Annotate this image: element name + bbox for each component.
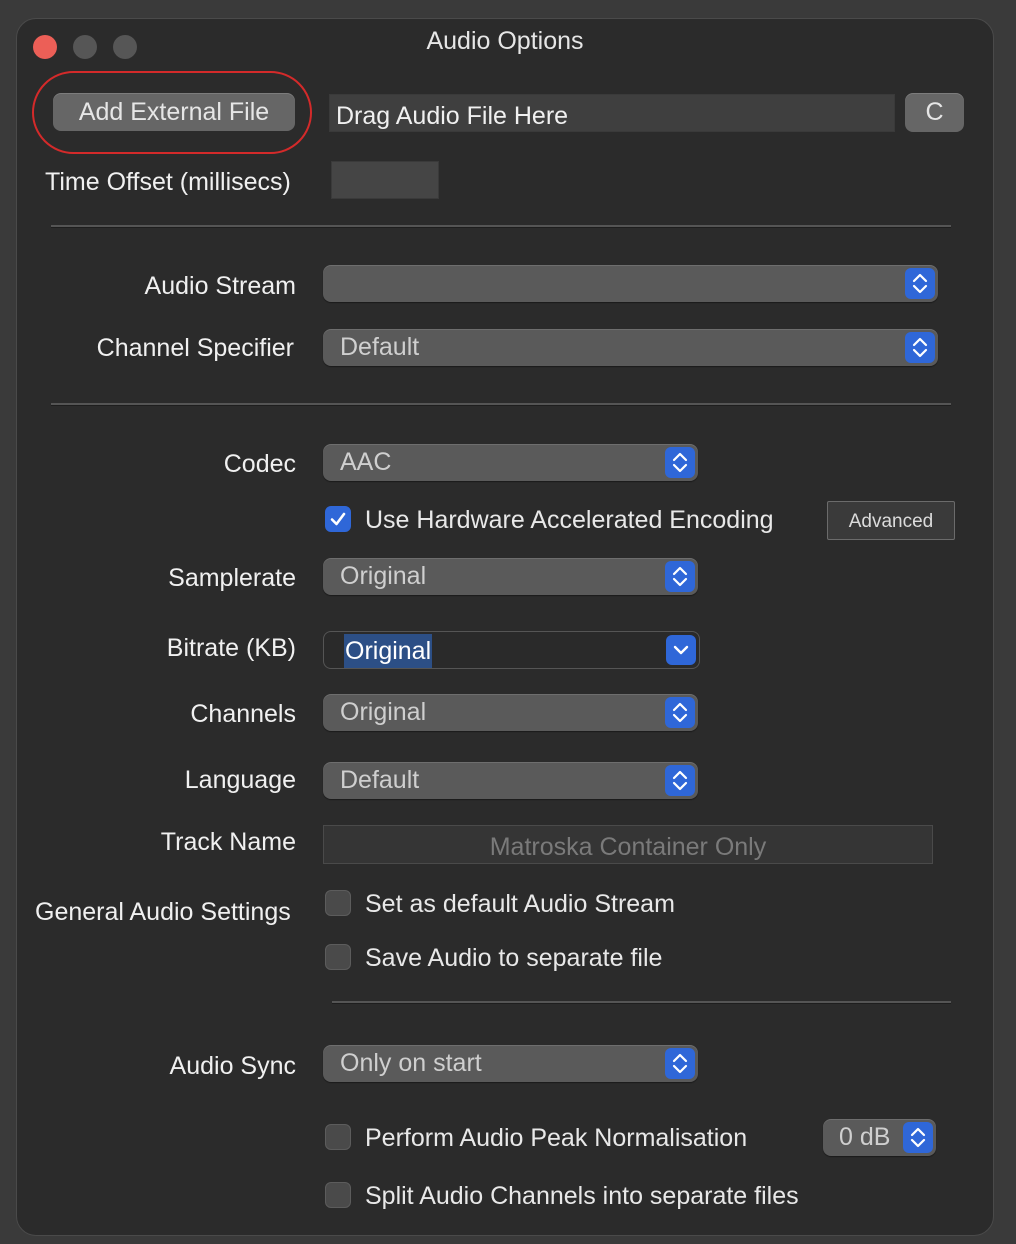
channel-specifier-value: Default <box>340 333 420 361</box>
language-label: Language <box>184 766 296 794</box>
audio-sync-select[interactable]: Only on start <box>323 1045 698 1082</box>
add-external-file-button[interactable]: Add External File <box>53 93 295 131</box>
track-name-label: Track Name <box>160 828 296 856</box>
peak-normalisation-value: 0 dB <box>839 1123 891 1151</box>
hw-accel-label: Use Hardware Accelerated Encoding <box>365 506 774 534</box>
samplerate-select[interactable]: Original <box>323 558 698 595</box>
channels-value: Original <box>340 698 427 726</box>
updown-chevron-icon <box>665 447 695 478</box>
save-separate-file-label: Save Audio to separate file <box>365 944 663 972</box>
separator <box>332 1001 951 1004</box>
updown-chevron-icon <box>905 268 935 299</box>
audio-options-window: Audio Options Add External File Drag Aud… <box>16 18 994 1236</box>
hw-accel-checkbox[interactable] <box>325 506 351 532</box>
drag-audio-file-dropzone[interactable]: Drag Audio File Here <box>329 94 895 132</box>
updown-chevron-icon <box>665 765 695 796</box>
codec-select[interactable]: AAC <box>323 444 698 481</box>
set-default-stream-label: Set as default Audio Stream <box>365 890 675 918</box>
updown-chevron-icon <box>905 332 935 363</box>
channels-select[interactable]: Original <box>323 694 698 731</box>
codec-label: Codec <box>223 450 296 478</box>
time-offset-input[interactable] <box>331 161 439 199</box>
bitrate-label: Bitrate (KB) <box>166 634 296 662</box>
peak-normalisation-checkbox[interactable] <box>325 1124 351 1150</box>
samplerate-label: Samplerate <box>168 564 296 592</box>
audio-stream-label: Audio Stream <box>144 272 296 300</box>
updown-chevron-icon <box>665 697 695 728</box>
set-default-stream-checkbox[interactable] <box>325 890 351 916</box>
separator <box>51 403 951 406</box>
updown-chevron-icon <box>665 561 695 592</box>
language-select[interactable]: Default <box>323 762 698 799</box>
audio-sync-value: Only on start <box>340 1049 482 1077</box>
audio-sync-label: Audio Sync <box>169 1052 296 1080</box>
time-offset-label: Time Offset (millisecs) <box>45 168 291 196</box>
channel-specifier-label: Channel Specifier <box>96 334 294 362</box>
track-name-input[interactable]: Matroska Container Only <box>323 825 933 864</box>
chevron-down-icon[interactable] <box>666 635 696 665</box>
advanced-button[interactable]: Advanced <box>827 501 955 540</box>
language-value: Default <box>340 766 420 794</box>
general-audio-settings-label: General Audio Settings <box>35 898 291 926</box>
separator <box>51 225 951 228</box>
split-channels-checkbox[interactable] <box>325 1182 351 1208</box>
updown-chevron-icon <box>665 1048 695 1079</box>
codec-value: AAC <box>340 448 392 476</box>
window-title: Audio Options <box>426 27 584 55</box>
split-channels-label: Split Audio Channels into separate files <box>365 1182 799 1210</box>
clear-button[interactable]: C <box>905 93 964 132</box>
samplerate-value: Original <box>340 562 427 590</box>
checkmark-icon <box>330 512 346 526</box>
bitrate-value[interactable]: Original <box>344 634 433 668</box>
peak-normalisation-label: Perform Audio Peak Normalisation <box>365 1124 748 1152</box>
channel-specifier-select[interactable]: Default <box>323 329 938 366</box>
save-separate-file-checkbox[interactable] <box>325 944 351 970</box>
updown-chevron-icon <box>903 1122 933 1153</box>
channels-label: Channels <box>190 700 296 728</box>
bitrate-combobox[interactable]: Original <box>323 631 700 669</box>
audio-stream-select[interactable] <box>323 265 938 302</box>
peak-normalisation-select[interactable]: 0 dB <box>823 1119 936 1156</box>
